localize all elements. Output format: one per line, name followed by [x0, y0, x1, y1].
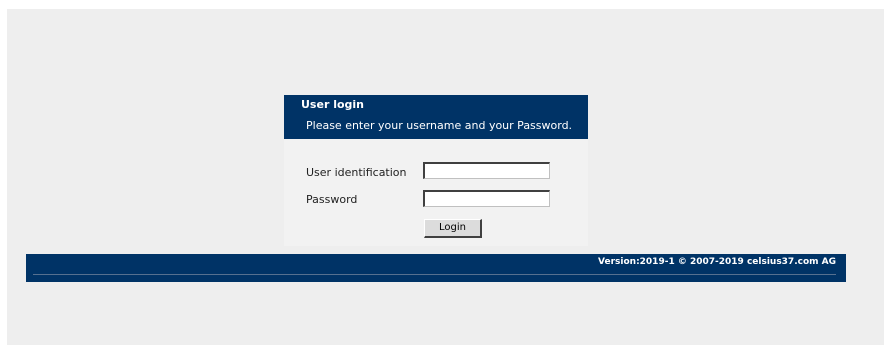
- user-identification-field[interactable]: [423, 162, 550, 179]
- login-header: User login Please enter your username an…: [284, 95, 588, 139]
- login-subtitle: Please enter your username and your Pass…: [306, 119, 573, 132]
- login-button[interactable]: Login: [424, 219, 482, 238]
- footer-bar: Version:2019-1 © 2007-2019 celsius37.com…: [26, 254, 846, 282]
- login-panel: User login Please enter your username an…: [284, 95, 588, 246]
- password-label: Password: [306, 193, 358, 206]
- version-text: Version:2019-1 © 2007-2019 celsius37.com…: [598, 257, 836, 267]
- login-title: User login: [301, 98, 364, 111]
- user-identification-label: User identification: [306, 166, 407, 179]
- password-field[interactable]: [423, 190, 550, 207]
- footer-divider: [33, 274, 836, 275]
